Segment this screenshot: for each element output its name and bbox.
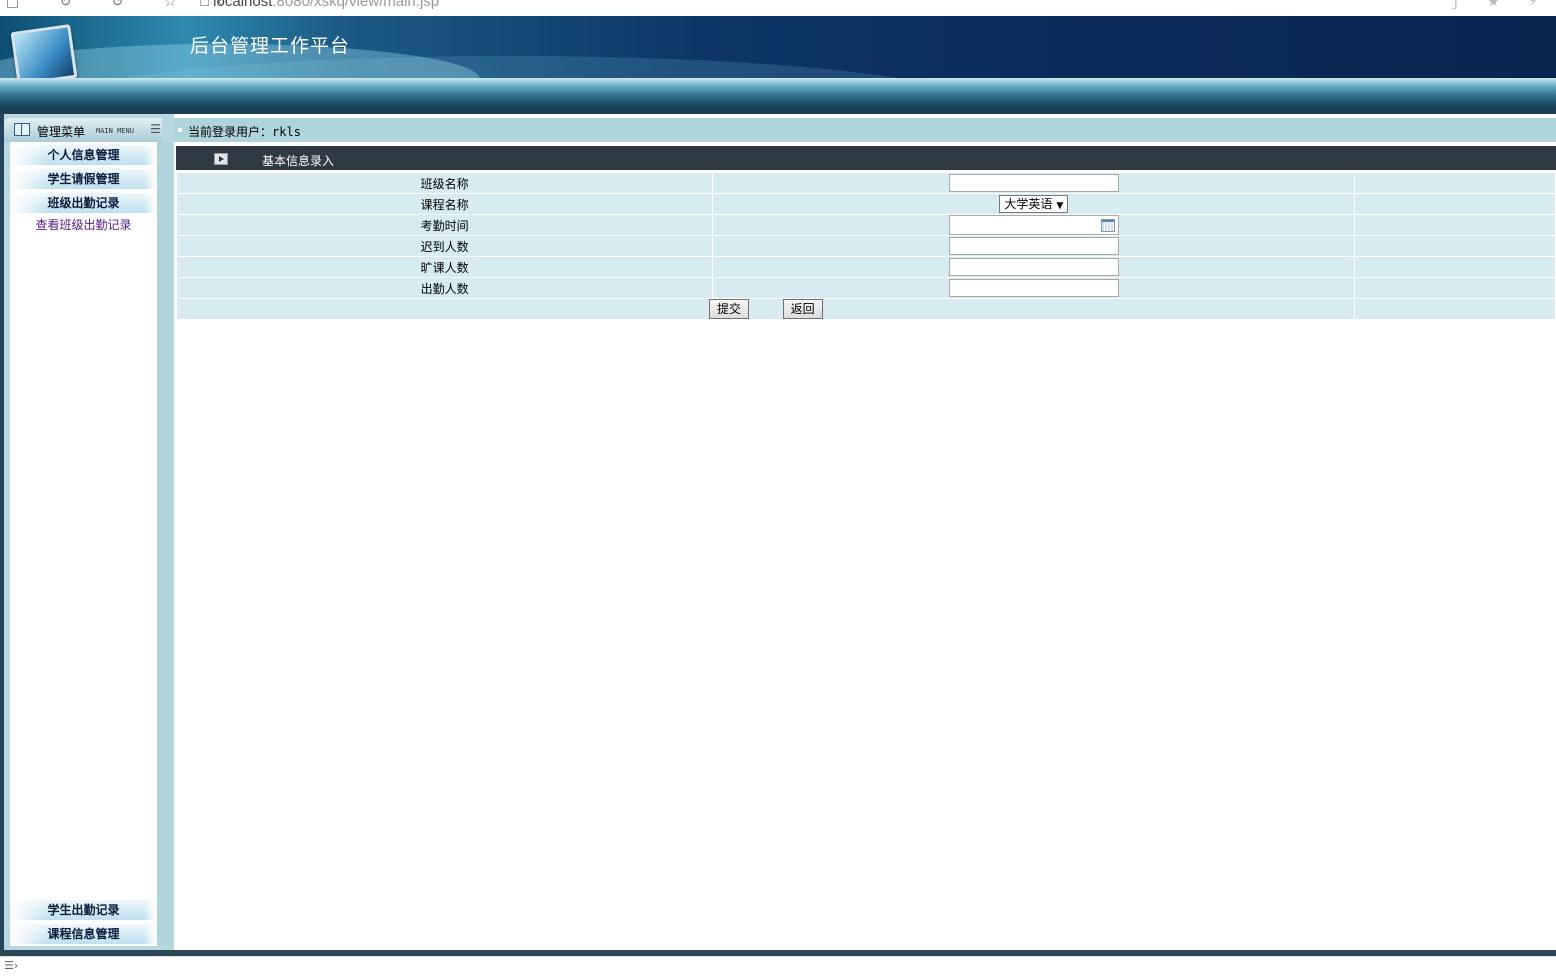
current-username: rkls <box>272 125 301 139</box>
sidebar-item-class-attendance[interactable]: 班级出勤记录 <box>10 192 157 214</box>
submit-button[interactable]: 提交 <box>709 299 750 319</box>
computer-monitor-icon <box>10 24 78 78</box>
sidebar-item-label: 课程信息管理 <box>47 927 120 941</box>
url-path: :8080/xskq/view/main.jsp <box>272 0 440 10</box>
address-bar[interactable]: ⎕ localhost:8080/xskq/view/main.jsp <box>200 0 439 10</box>
menu-header: 管理菜单 MAIN MENU ☰ <box>4 118 162 142</box>
sidebar-item-label: 班级出勤记录 <box>47 196 120 210</box>
menu-panel <box>10 142 157 946</box>
form-row: 班级名称 <box>175 172 1556 194</box>
course-name-select[interactable]: 大学英语 ▼ <box>999 195 1069 213</box>
late-count-input[interactable] <box>948 237 1119 255</box>
app-header: 后台管理工作平台 <box>0 16 1556 78</box>
app-title: 后台管理工作平台 <box>190 35 351 57</box>
present-count-input[interactable] <box>948 279 1119 297</box>
menu-title-en: MAIN MENU <box>96 127 134 135</box>
attendance-time-field[interactable] <box>948 215 1119 235</box>
field-label: 旷课人数 <box>175 256 714 278</box>
sidebar-item-label: 学生请假管理 <box>47 172 120 186</box>
field-label: 出勤人数 <box>175 277 714 299</box>
content-topbar: 当前登录用户：rkls <box>174 118 1556 142</box>
current-user-label: 当前登录用户： <box>188 125 273 139</box>
sidebar-item-leave[interactable]: 学生请假管理 <box>10 168 157 190</box>
url-host: localhost <box>213 0 273 10</box>
course-name-selected: 大学英语 <box>1004 197 1053 211</box>
sidebar-item-student-attendance[interactable]: 学生出勤记录 <box>10 899 157 921</box>
browser-toolbar: □ ↻ ↺ ☆ ‹ ⎕ localhost:8080/xskq/view/mai… <box>0 0 1556 16</box>
form-actions-row: 提交 返回 <box>175 298 1556 320</box>
field-label: 迟到人数 <box>175 235 714 257</box>
menu-lines-icon[interactable]: ☰ <box>150 122 161 136</box>
sidebar-item-course-info[interactable]: 课程信息管理 <box>10 923 157 945</box>
sidebar-item-label: 学生出勤记录 <box>47 903 120 917</box>
form-header: 基本信息录入 <box>176 146 1556 170</box>
sidebar-divider[interactable] <box>157 142 173 946</box>
form-row: 迟到人数 <box>175 235 1556 257</box>
field-label: 班级名称 <box>175 172 714 194</box>
form-row: 课程名称 大学英语 ▼ <box>175 193 1556 215</box>
field-label: 考勤时间 <box>175 214 714 236</box>
dropdown-arrow-icon: ▼ <box>1056 201 1064 211</box>
sidebar-item-personal-info[interactable]: 个人信息管理 <box>10 144 157 166</box>
menu-book-icon <box>14 123 30 136</box>
back-button[interactable]: 返回 <box>782 299 823 319</box>
browser-status-bar: ☰› <box>0 956 1556 976</box>
class-name-input[interactable] <box>948 174 1119 192</box>
bullet-icon <box>178 128 182 132</box>
sidebar-subitem-view-class-attendance[interactable]: 查看班级出勤记录 <box>10 216 157 233</box>
calendar-icon[interactable] <box>1100 219 1115 232</box>
attendance-time-input[interactable] <box>961 216 1106 234</box>
header-subbar <box>0 78 1556 108</box>
menu-title: 管理菜单 <box>37 125 86 139</box>
form-row: 考勤时间 <box>175 214 1556 236</box>
form-row: 出勤人数 <box>175 277 1556 299</box>
form-row: 旷课人数 <box>175 256 1556 278</box>
browser-right-icons[interactable]: ƒ ★ ⚡ <box>1454 0 1550 10</box>
form-title: 基本信息录入 <box>262 154 335 168</box>
form-arrow-icon <box>214 153 228 165</box>
form-table: 班级名称 课程名称 大学英语 ▼ 考勤时间 迟到人数 旷课人数 出勤人数 提交 返… <box>175 172 1556 320</box>
current-user: 当前登录用户：rkls <box>188 123 301 140</box>
status-menu-icon[interactable]: ☰› <box>4 959 18 972</box>
absent-count-input[interactable] <box>948 258 1119 276</box>
sidebar-item-label: 个人信息管理 <box>47 148 120 162</box>
field-label: 课程名称 <box>175 193 714 215</box>
